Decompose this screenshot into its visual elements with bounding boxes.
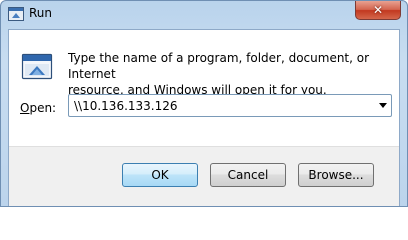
close-icon: ✕ — [372, 3, 384, 17]
title-bar[interactable]: Run ✕ — [1, 1, 407, 29]
open-combobox[interactable]: \\10.136.133.126 — [68, 94, 392, 117]
window-title: Run — [29, 6, 53, 20]
button-bar: OK Cancel Browse... — [9, 146, 399, 206]
close-button[interactable]: ✕ — [355, 1, 401, 20]
ok-button[interactable]: OK — [122, 163, 198, 187]
chevron-down-icon[interactable] — [379, 103, 387, 108]
open-label: Open: — [20, 101, 56, 115]
run-icon — [8, 7, 24, 21]
instructions-text: Type the name of a program, folder, docu… — [68, 51, 370, 97]
open-label-rest: pen: — [29, 101, 57, 115]
open-input[interactable]: \\10.136.133.126 — [74, 99, 178, 113]
run-dialog: Run ✕ Type the name of a program, folder… — [0, 0, 408, 207]
browse-button[interactable]: Browse... — [298, 163, 374, 187]
dialog-body: Type the name of a program, folder, docu… — [8, 29, 400, 206]
cancel-button[interactable]: Cancel — [210, 163, 286, 187]
run-icon — [21, 53, 53, 80]
